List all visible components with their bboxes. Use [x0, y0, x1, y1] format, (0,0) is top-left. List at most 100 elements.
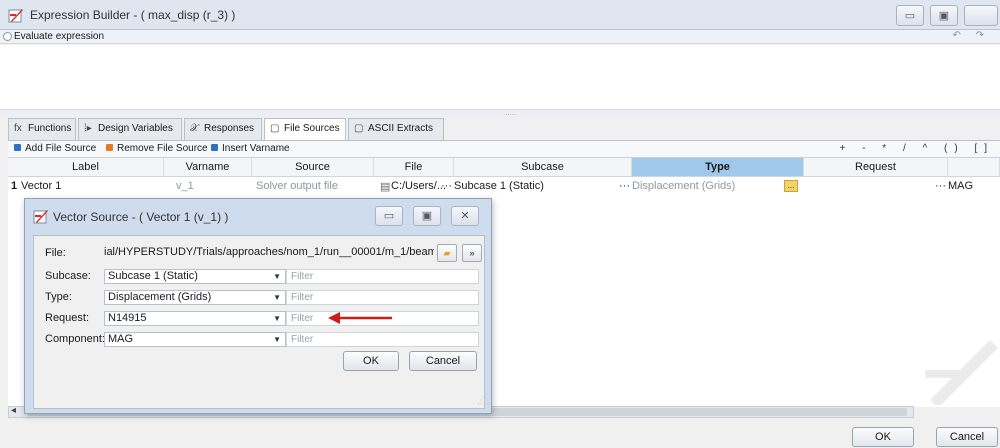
tab-ascii-extracts[interactable]: ▢ ASCII Extracts [348, 118, 444, 140]
dialog-title: Vector Source - ( Vector 1 (v_1) ) [53, 210, 229, 224]
insert-varname-label: Insert Varname [222, 143, 290, 154]
subcase-label: Subcase: [45, 270, 91, 282]
type-label: Type: [45, 291, 72, 303]
remove-file-source-label: Remove File Source [117, 143, 208, 154]
tab-functions[interactable]: fx Functions [8, 118, 76, 140]
cell-varname[interactable]: v_1 [176, 178, 246, 194]
request-label: Request: [45, 312, 90, 324]
resize-grip-icon[interactable]: .: [478, 397, 482, 406]
chevron-down-icon: ▼ [273, 293, 281, 302]
close-icon: ✕ [460, 210, 470, 222]
dialog-maximize-button[interactable]: ▣ [413, 206, 441, 226]
component-select[interactable]: MAG ▼ [104, 332, 286, 347]
remove-icon [106, 144, 113, 151]
column-header-subcase[interactable]: Subcase [454, 158, 632, 177]
pane-splitter[interactable]: ..... [0, 108, 1000, 118]
close-button[interactable] [964, 5, 998, 26]
chevron-down-icon: ▼ [273, 335, 281, 344]
add-file-source-label: Add File Source [25, 143, 97, 154]
minimize-icon: ▭ [383, 210, 395, 222]
tab-responses[interactable]: 𝒳 Responses [184, 118, 262, 140]
dialog-minimize-button[interactable]: ▭ [375, 206, 403, 226]
type-browse-button[interactable]: ... [784, 180, 798, 192]
tab-label: Responses [204, 123, 255, 134]
cell-subcase[interactable]: Subcase 1 (Static) [454, 178, 624, 194]
column-header-request[interactable]: Request [804, 158, 948, 177]
cell-type[interactable]: Displacement (Grids) [632, 178, 782, 194]
column-header-file[interactable]: File [374, 158, 454, 177]
responses-icon: 𝒳 [190, 123, 199, 134]
cell-source[interactable]: Solver output file [256, 178, 372, 194]
vector-source-dialog: Vector Source - ( Vector 1 (v_1) ) ▭ ▣ ✕… [24, 198, 492, 414]
tab-label: File Sources [284, 123, 340, 134]
ascii-extracts-icon: ▢ [354, 123, 364, 134]
component-value: MAG [108, 333, 134, 345]
column-header-source[interactable]: Source [252, 158, 374, 177]
scroll-left-icon[interactable]: ◂ [11, 405, 16, 416]
subcase-filter-input[interactable]: Filter [286, 269, 479, 284]
maximize-icon: ▣ [421, 210, 433, 222]
component-filter-input[interactable]: Filter [286, 332, 479, 347]
chevron-down-icon: ▼ [273, 272, 281, 281]
maximize-button[interactable]: ▣ [930, 5, 958, 26]
column-header-extra [948, 158, 1000, 177]
window-title: Expression Builder - ( max_disp (r_3) ) [30, 8, 236, 22]
cell-ellipsis-icon[interactable]: ··· [935, 178, 947, 194]
browse-folder-button[interactable]: ▰ [437, 244, 457, 262]
undo-redo-icons[interactable]: ↶ ↷ [952, 30, 990, 41]
cell-ellipsis-icon[interactable]: ··· [619, 178, 631, 194]
evaluate-icon[interactable] [3, 32, 12, 41]
type-filter-input[interactable]: Filter [286, 290, 479, 305]
column-header-type[interactable]: Type [632, 158, 804, 177]
tab-label: ASCII Extracts [368, 123, 434, 134]
dialog-logo-icon [33, 210, 48, 224]
request-value: N14915 [108, 312, 147, 324]
type-select[interactable]: Displacement (Grids) ▼ [104, 290, 286, 305]
watermark-logo-icon [925, 340, 998, 405]
subcase-value: Subcase 1 (Static) [108, 270, 198, 282]
column-header-label[interactable]: Label [8, 158, 164, 177]
component-label: Component: [45, 333, 105, 345]
chevron-down-icon: ▼ [273, 314, 281, 323]
tab-label: Functions [28, 123, 72, 134]
dialog-body: File: ial/HYPERSTUDY/Trials/approaches/n… [33, 235, 485, 409]
splitter-grip: ..... [505, 108, 517, 117]
add-file-source-button[interactable]: Add File Source [14, 143, 96, 154]
column-header-varname[interactable]: Varname [164, 158, 252, 177]
minimize-button[interactable]: ▭ [896, 5, 924, 26]
app-logo-icon [8, 9, 23, 23]
tab-design-variables[interactable]: ⁞▸ Design Variables [78, 118, 182, 140]
add-icon [14, 144, 21, 151]
ok-button[interactable]: OK [852, 427, 914, 447]
tab-label: Design Variables [98, 123, 173, 134]
insert-icon [211, 144, 218, 151]
functions-icon: fx [14, 123, 22, 134]
dialog-cancel-button[interactable]: Cancel [409, 351, 477, 371]
dialog-close-button[interactable]: ✕ [451, 206, 479, 226]
cancel-button[interactable]: Cancel [936, 427, 998, 447]
file-sources-icon: ▢ [270, 123, 280, 134]
operator-buttons[interactable]: + - * / ^ () [] [840, 143, 994, 154]
cell-ellipsis-icon[interactable]: ··· [441, 178, 453, 194]
file-path-field[interactable]: ial/HYPERSTUDY/Trials/approaches/nom_1/r… [104, 246, 434, 258]
evaluate-expression-bar: Evaluate expression ↶ ↷ [0, 30, 1000, 44]
type-value: Displacement (Grids) [108, 291, 212, 303]
window-titlebar: Expression Builder - ( max_disp (r_3) ) … [0, 0, 1000, 30]
insert-varname-button[interactable]: Insert Varname [211, 143, 290, 154]
file-sources-toolbar: Add File Source Remove File Source Inser… [8, 140, 1000, 157]
dialog-ok-button[interactable]: OK [343, 351, 399, 371]
evaluate-expression-link[interactable]: Evaluate expression [14, 31, 104, 42]
cell-request[interactable]: MAG [948, 178, 998, 194]
more-options-button[interactable]: » [462, 244, 482, 262]
subcase-select[interactable]: Subcase 1 (Static) ▼ [104, 269, 286, 284]
design-variables-icon: ⁞▸ [84, 123, 92, 134]
cell-label[interactable]: Vector 1 [21, 178, 161, 194]
file-label: File: [45, 247, 66, 259]
expression-editor[interactable] [0, 45, 1000, 110]
red-arrow-annotation-icon [328, 312, 392, 324]
tab-file-sources[interactable]: ▢ File Sources [264, 118, 346, 141]
minimize-icon: ▭ [904, 10, 916, 22]
request-select[interactable]: N14915 ▼ [104, 311, 286, 326]
remove-file-source-button[interactable]: Remove File Source [106, 143, 208, 154]
maximize-icon: ▣ [938, 10, 950, 22]
